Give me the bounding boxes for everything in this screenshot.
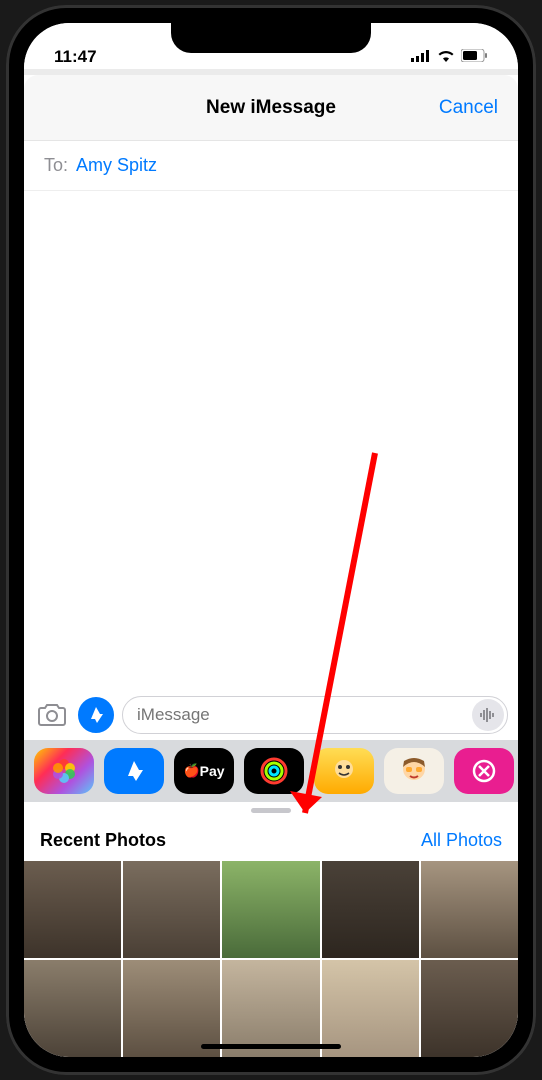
apps-button[interactable] (78, 697, 114, 733)
photo-thumbnail[interactable] (322, 960, 419, 1057)
waveform-icon (479, 706, 497, 724)
camera-button[interactable] (34, 697, 70, 733)
status-time: 11:47 (54, 47, 97, 67)
photos-section: Recent Photos All Photos (24, 820, 518, 1057)
photo-thumbnail[interactable] (123, 861, 220, 958)
photo-thumbnail[interactable] (421, 960, 518, 1057)
photos-grid (24, 861, 518, 1057)
memoji-avatar-icon[interactable] (384, 748, 444, 794)
screen: 11:47 New iMessage Cancel To: Amy Spitz (24, 23, 518, 1057)
cancel-button[interactable]: Cancel (439, 97, 498, 119)
conversation-area[interactable] (24, 191, 518, 690)
phone-frame: 11:47 New iMessage Cancel To: Amy Spitz (6, 5, 536, 1075)
header-title: New iMessage (206, 97, 336, 119)
games-app-icon[interactable] (454, 748, 514, 794)
photo-thumbnail[interactable] (24, 861, 121, 958)
to-field[interactable]: To: Amy Spitz (24, 141, 518, 191)
appstore-icon (85, 704, 107, 726)
camera-icon (37, 703, 67, 727)
all-photos-button[interactable]: All Photos (421, 830, 502, 851)
photo-thumbnail[interactable] (24, 960, 121, 1057)
battery-icon (461, 47, 488, 67)
home-indicator[interactable] (201, 1044, 341, 1049)
handle-bar-icon (251, 808, 291, 813)
recent-photos-label: Recent Photos (40, 830, 166, 851)
apple-pay-app-icon[interactable]: 🍎Pay (174, 748, 234, 794)
activity-app-icon[interactable] (244, 748, 304, 794)
photo-thumbnail[interactable] (123, 960, 220, 1057)
photos-app-icon[interactable] (34, 748, 94, 794)
recipient-name: Amy Spitz (76, 155, 157, 176)
cellular-icon (411, 47, 431, 67)
message-input-bar (24, 690, 518, 740)
photo-thumbnail[interactable] (421, 861, 518, 958)
photo-thumbnail[interactable] (222, 960, 319, 1057)
photo-thumbnail[interactable] (222, 861, 319, 958)
voice-message-button[interactable] (472, 699, 504, 731)
memoji-app-icon[interactable] (314, 748, 374, 794)
appstore-app-icon[interactable] (104, 748, 164, 794)
app-drawer[interactable]: 🍎Pay (24, 740, 518, 802)
to-label: To: (44, 155, 68, 176)
message-input[interactable] (122, 696, 508, 734)
wifi-icon (437, 47, 455, 67)
photo-thumbnail[interactable] (322, 861, 419, 958)
drawer-handle[interactable] (24, 802, 518, 820)
compose-header: New iMessage Cancel (24, 75, 518, 141)
notch (171, 23, 371, 53)
